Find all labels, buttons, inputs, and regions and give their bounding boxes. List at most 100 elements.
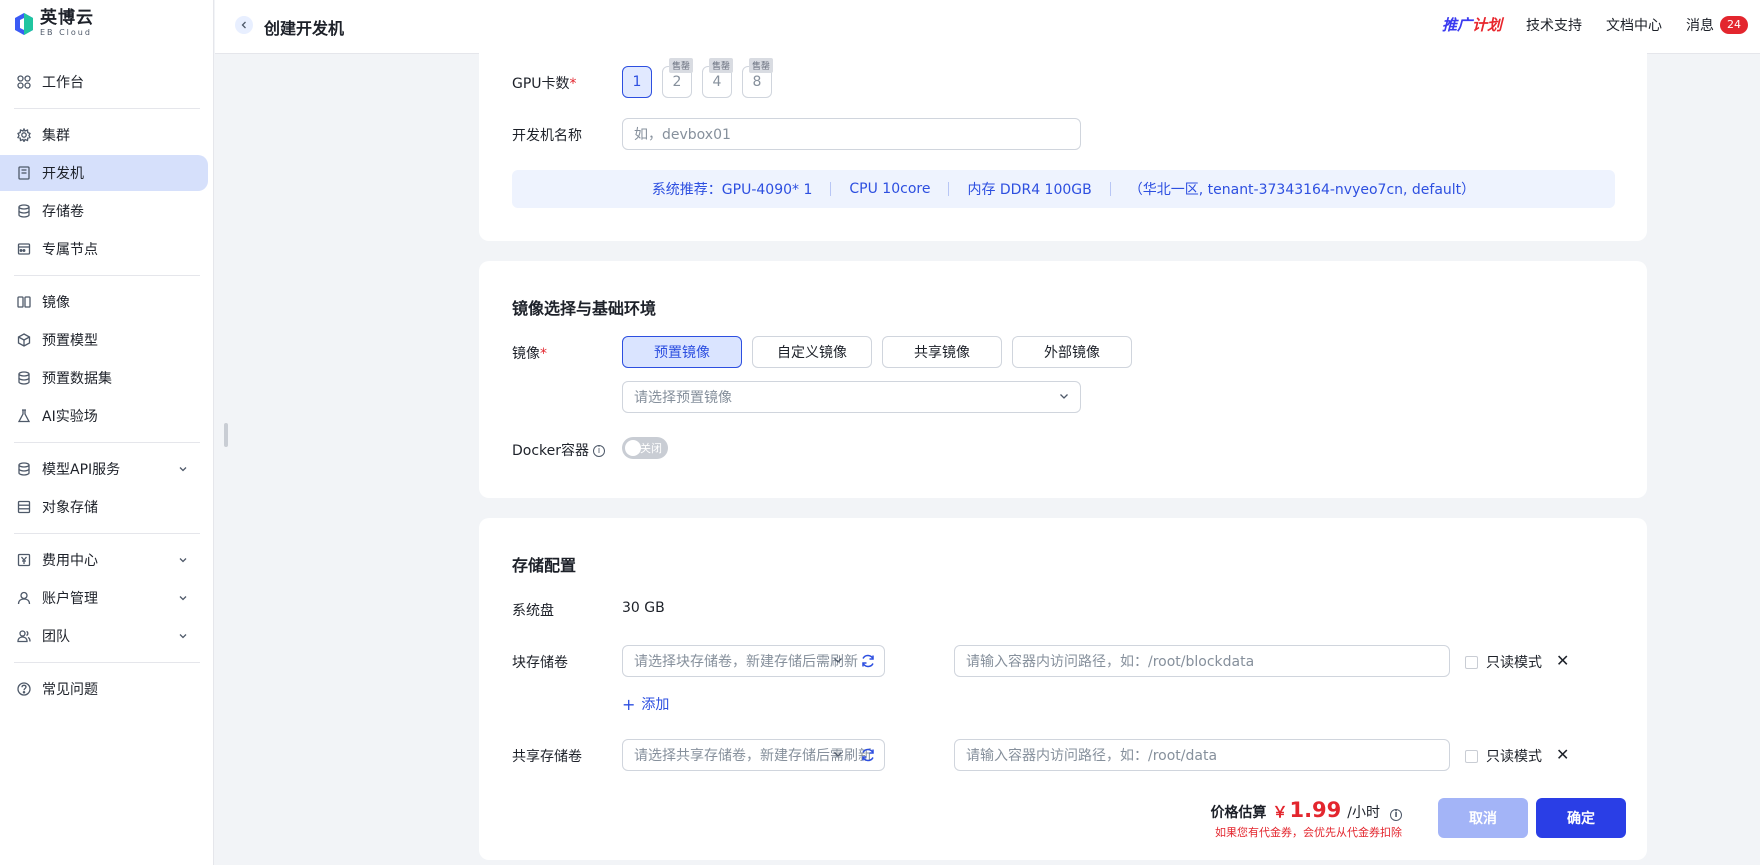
sidebar-item-label: 专属节点 [42,242,98,258]
brand-logo[interactable]: 英博云 EB Cloud [14,10,94,37]
refresh-icon[interactable] [860,747,876,763]
toggle-knob [625,440,641,456]
sidebar-item-label: 工作台 [42,75,84,91]
storage-icon [16,499,32,515]
chevron-down-icon [178,462,188,478]
docker-label-text: Docker容器 [512,443,590,459]
gpu-option-value: 4 [712,74,722,90]
close-icon[interactable]: ✕ [1556,651,1569,670]
divider [1109,182,1111,196]
system-disk-value: 30 GB [622,600,665,616]
yen-icon [16,552,32,568]
sidebar-item-devbox[interactable]: 开发机 [0,155,208,191]
tab-preset-image[interactable]: 预置镜像 [622,336,742,368]
sidebar-item-label: 预置模型 [42,333,98,349]
messages-link[interactable]: 消息 24 [1686,15,1748,35]
sidebar-item-team[interactable]: 团队 [0,618,208,654]
support-link[interactable]: 技术支持 [1526,15,1582,35]
gpu-option-value: 8 [752,74,762,90]
api-icon [16,461,32,477]
messages-label: 消息 [1686,17,1714,34]
voucher-note: 如果您有代金券，会优先从代金券扣除 [1215,826,1402,839]
sidebar-item-volume[interactable]: 存储卷 [0,193,208,229]
system-recommendation: 系统推荐：GPU-4090* 1 CPU 10core 内存 DDR4 100G… [512,170,1615,208]
nav-divider [14,275,200,276]
readonly-checkbox[interactable] [1465,749,1478,763]
cancel-button[interactable]: 取消 [1438,798,1528,838]
required-mark: * [540,346,547,362]
cube-icon [16,332,32,348]
header-actions: 推广计划 技术支持 文档中心 消息 24 [1442,14,1748,35]
gpu-option-value: 2 [672,74,682,90]
info-icon[interactable]: i [1390,809,1402,821]
nav-divider [14,662,200,663]
team-icon [16,628,32,644]
refresh-icon[interactable] [860,653,876,669]
readonly-checkbox[interactable] [1465,655,1478,669]
gpu-option-value: 1 [632,74,642,90]
sidebar-item-cluster[interactable]: 集群 [0,117,208,153]
tab-external-image[interactable]: 外部镜像 [1012,336,1132,368]
sidebar-item-faq[interactable]: 常见问题 [0,671,208,707]
docker-toggle[interactable]: 关闭 [622,437,668,459]
price-currency: ￥ [1272,803,1288,821]
add-block-volume-link[interactable]: + 添加 [622,694,669,714]
sidebar-item-image[interactable]: 镜像 [0,284,208,320]
block-volume-label: 块存储卷 [512,655,568,671]
sidebar: 英博云 EB Cloud 工作台 集群 开发机 存储卷 专属节点 镜像 预置模型… [0,0,214,865]
gpu-option-2[interactable]: 2 售罄 [662,58,693,98]
gpu-option-8[interactable]: 8 售罄 [742,58,773,98]
block-readonly-option[interactable]: 只读模式 [1465,652,1542,672]
promo-link[interactable]: 推广计划 [1442,14,1502,35]
question-icon [16,681,32,697]
divider [830,182,832,196]
preset-image-select[interactable]: 请选择预置镜像 [622,381,1081,413]
sidebar-item-billing[interactable]: 费用中心 [0,542,208,578]
dataset-icon [16,370,32,386]
sidebar-item-workbench[interactable]: 工作台 [0,64,208,100]
tab-shared-image[interactable]: 共享镜像 [882,336,1002,368]
gpu-option-1[interactable]: 1 [622,66,652,98]
devbox-icon [16,165,32,181]
block-volume-select[interactable]: 请选择块存储卷，新建存储后需刷新 [622,645,885,677]
sidebar-item-dedicated-node[interactable]: 专属节点 [0,231,208,267]
price-estimate: 价格估算 ￥ 1.99 /小时 i 如果您有代金券，会优先从代金券扣除 [1210,798,1402,840]
sidebar-item-label: 集群 [42,128,70,144]
price-value: 1.99 [1289,798,1342,822]
sidebar-item-preset-dataset[interactable]: 预置数据集 [0,360,208,396]
preset-image-placeholder: 请选择预置镜像 [634,390,732,406]
sidebar-item-account[interactable]: 账户管理 [0,580,208,616]
gpu-count-label-text: GPU卡数 [512,76,570,92]
back-button[interactable] [235,16,253,34]
nav-divider [14,108,200,109]
gpu-option-4[interactable]: 4 售罄 [702,58,733,98]
recommend-region: （华北一区, tenant-37343164-nvyeo7cn, default… [1128,182,1476,198]
confirm-button[interactable]: 确定 [1536,798,1626,838]
node-icon [16,241,32,257]
sidebar-item-object-storage[interactable]: 对象存储 [0,489,208,525]
sidebar-item-label: 对象存储 [42,500,98,516]
docker-toggle-state: 关闭 [640,442,662,455]
devbox-name-input[interactable]: 如，devbox01 [622,118,1081,150]
promo-text-b: 计划 [1471,16,1502,34]
price-unit: /小时 [1347,805,1380,821]
shared-volume-select[interactable]: 请选择共享存储卷，新建存储后需刷新 [622,739,885,771]
sidebar-item-label: 存储卷 [42,204,84,220]
sidebar-item-label: 费用中心 [42,553,98,569]
close-icon[interactable]: ✕ [1556,745,1569,764]
sidebar-item-label: 团队 [42,629,70,645]
sidebar-item-model-api[interactable]: 模型API服务 [0,451,208,487]
sidebar-nav: 工作台 集群 开发机 存储卷 专属节点 镜像 预置模型 预置数据集 AI实验场 … [0,64,214,709]
docker-label: Docker容器 i [512,440,606,460]
sidebar-item-ai-lab[interactable]: AI实验场 [0,398,208,434]
compute-config-card: GPU卡数* 1 2 售罄 4 售罄 8 售罄 开发机名称 如，devbox01 系统… [479,40,1647,241]
docs-link[interactable]: 文档中心 [1606,15,1662,35]
sidebar-item-preset-model[interactable]: 预置模型 [0,322,208,358]
block-volume-placeholder: 请选择块存储卷，新建存储后需刷新 [634,654,858,670]
info-icon[interactable]: i [593,445,606,457]
sidebar-resize-handle[interactable] [224,423,228,447]
block-volume-path-input[interactable]: 请输入容器内访问路径，如：/root/blockdata [954,645,1450,677]
shared-readonly-option[interactable]: 只读模式 [1465,746,1542,766]
shared-volume-path-input[interactable]: 请输入容器内访问路径，如：/root/data [954,739,1450,771]
tab-custom-image[interactable]: 自定义镜像 [752,336,872,368]
